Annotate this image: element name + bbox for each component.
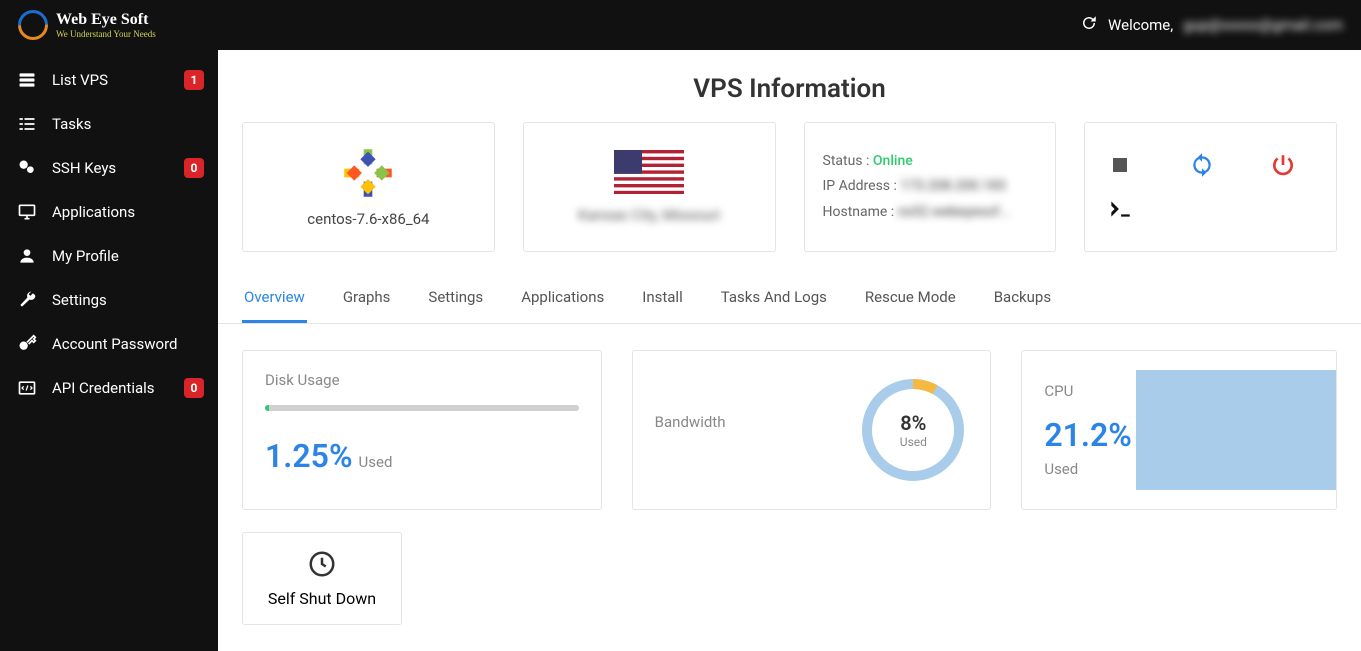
sidebar-item-label: Account Password (52, 335, 177, 353)
sidebar-item-tasks[interactable]: Tasks (0, 102, 218, 146)
bandwidth-used-label: Used (900, 435, 927, 449)
brand-name: Web Eye Soft (56, 12, 156, 28)
sidebar-item-ssh-keys[interactable]: SSH Keys 0 (0, 146, 218, 190)
cpu-title: CPU (1044, 382, 1132, 400)
welcome-area: Welcome, gup@xxxxx@gmail.com (1080, 14, 1343, 36)
cpu-chart (1136, 370, 1336, 490)
disk-used-label: Used (359, 453, 393, 471)
hostname-value: ns52.webeyesof... (898, 204, 1011, 220)
sidebar-item-my-profile[interactable]: My Profile (0, 234, 218, 278)
disk-usage-card: Disk Usage 1.25% Used (242, 350, 602, 510)
cpu-card: CPU 21.2% Used (1021, 350, 1337, 510)
console-button[interactable] (1103, 192, 1137, 226)
disk-title: Disk Usage (265, 371, 579, 389)
self-shutdown-button[interactable]: Self Shut Down (242, 532, 402, 625)
sidebar-item-label: SSH Keys (52, 159, 116, 177)
actions-card (1084, 122, 1337, 252)
page-title: VPS Information (218, 50, 1361, 122)
cpu-used-label: Used (1044, 460, 1132, 478)
sidebar-item-label: List VPS (52, 71, 108, 89)
brand-tagline: We Understand Your Needs (56, 30, 156, 39)
sidebar-item-label: Applications (52, 203, 135, 221)
cpu-value: 21.2% (1044, 416, 1132, 454)
tab-overview[interactable]: Overview (242, 278, 307, 323)
user-icon (16, 245, 38, 267)
sidebar-badge: 0 (184, 158, 204, 178)
location-label: Kansas City, Missouri (578, 206, 720, 224)
bandwidth-title: Bandwidth (655, 413, 726, 431)
status-label: Status : (823, 153, 870, 169)
tab-settings[interactable]: Settings (426, 278, 485, 323)
refresh-icon[interactable] (1080, 14, 1098, 36)
tab-install[interactable]: Install (640, 278, 684, 323)
main-content: VPS Information centos-7.6-x86_64 Kansas… (218, 50, 1361, 651)
tab-rescue-mode[interactable]: Rescue Mode (863, 278, 958, 323)
restart-button[interactable] (1185, 148, 1219, 182)
welcome-user: gup@xxxxx@gmail.com (1183, 16, 1343, 34)
hostname-label: Hostname : (823, 204, 895, 220)
tasks-icon (16, 113, 38, 135)
status-card: Status : Online IP Address : 173.208.200… (804, 122, 1057, 252)
tab-tasks-logs[interactable]: Tasks And Logs (719, 278, 829, 323)
clock-icon (307, 570, 337, 589)
topbar: Web Eye Soft We Understand Your Needs We… (0, 0, 1361, 50)
bandwidth-card: Bandwidth 8% Used (632, 350, 992, 510)
sidebar-badge: 0 (184, 378, 204, 398)
brand-logo: Web Eye Soft We Understand Your Needs (18, 10, 156, 40)
welcome-prefix: Welcome, (1108, 16, 1173, 34)
tab-applications[interactable]: Applications (519, 278, 606, 323)
tab-bar: Overview Graphs Settings Applications In… (218, 278, 1361, 324)
sidebar-badge: 1 (184, 70, 204, 90)
stop-button[interactable] (1103, 148, 1137, 182)
tab-graphs[interactable]: Graphs (341, 278, 393, 323)
sidebar: List VPS 1 Tasks SSH Keys 0 Applications… (0, 50, 218, 651)
self-shutdown-label: Self Shut Down (259, 589, 385, 608)
sidebar-item-account-password[interactable]: Account Password (0, 322, 218, 366)
bandwidth-value: 8% (900, 411, 927, 435)
us-flag-icon (614, 150, 684, 194)
logo-icon (18, 10, 48, 40)
status-value: Online (873, 153, 913, 169)
sidebar-item-label: My Profile (52, 247, 119, 265)
power-button[interactable] (1266, 148, 1300, 182)
os-label: centos-7.6-x86_64 (307, 210, 429, 228)
os-card: centos-7.6-x86_64 (242, 122, 495, 252)
server-icon (16, 69, 38, 91)
wrench-icon (16, 289, 38, 311)
location-card: Kansas City, Missouri (523, 122, 776, 252)
sidebar-item-list-vps[interactable]: List VPS 1 (0, 58, 218, 102)
tab-backups[interactable]: Backups (992, 278, 1053, 323)
sidebar-item-label: Settings (52, 291, 107, 309)
bandwidth-donut: 8% Used (858, 375, 968, 485)
sidebar-item-applications[interactable]: Applications (0, 190, 218, 234)
centos-icon (341, 146, 395, 200)
sidebar-item-api-credentials[interactable]: API Credentials 0 (0, 366, 218, 410)
ip-label: IP Address : (823, 178, 897, 194)
disk-progress (265, 405, 579, 411)
sidebar-item-label: Tasks (52, 115, 91, 133)
key2-icon (16, 333, 38, 355)
code-icon (16, 377, 38, 399)
sidebar-item-settings[interactable]: Settings (0, 278, 218, 322)
key-icon (16, 157, 38, 179)
ip-value: 173.208.200.183 (900, 178, 1006, 194)
monitor-icon (16, 201, 38, 223)
disk-value: 1.25% (265, 437, 353, 475)
sidebar-item-label: API Credentials (52, 379, 155, 397)
